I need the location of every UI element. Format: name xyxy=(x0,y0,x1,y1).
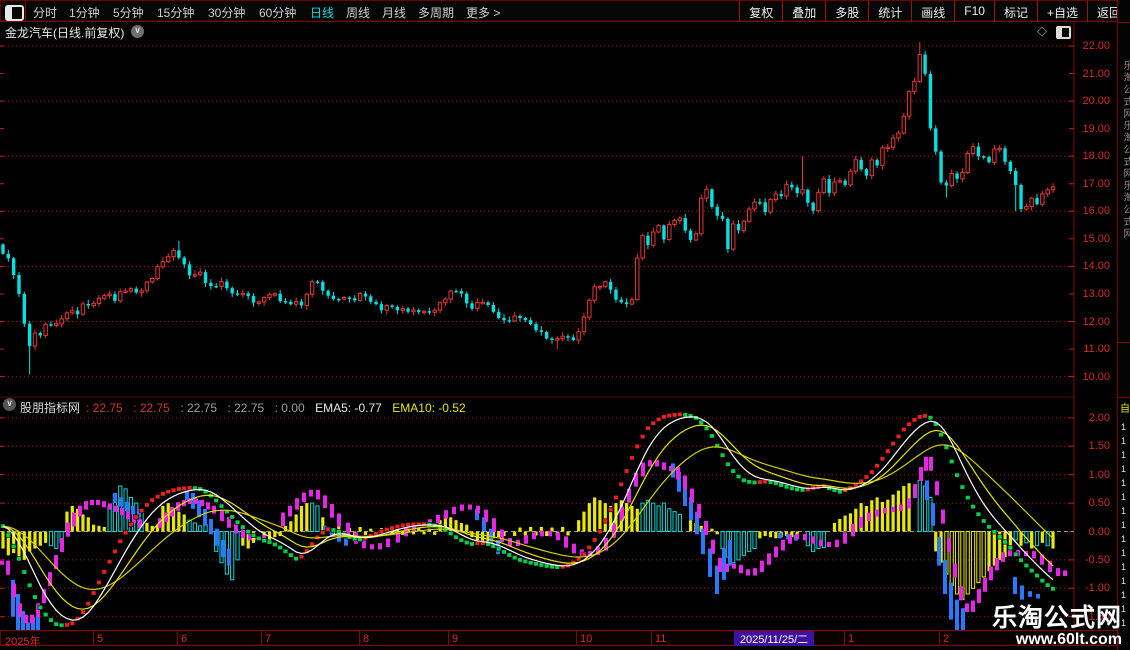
indicator-name[interactable]: 股朋指标网 xyxy=(20,399,80,416)
date-label: 2 xyxy=(943,633,950,645)
date-divider xyxy=(448,631,449,646)
date-divider xyxy=(93,631,94,646)
indicator-value: : 22.75 xyxy=(133,401,170,415)
chart-canvas[interactable] xyxy=(0,0,1130,650)
indicator-header: ∨ 股朋指标网 : 22.75 : 22.75 : 22.75 : 22.75 … xyxy=(0,398,1074,416)
date-divider xyxy=(844,631,845,646)
watchlist-item[interactable]: 1 xyxy=(1121,448,1126,462)
price-axis-label: 14.00 xyxy=(1082,260,1110,273)
watchlist-item[interactable]: 1 xyxy=(1121,462,1126,476)
indicator-axis-label: -0.50 xyxy=(1084,553,1110,566)
candlestick-series xyxy=(1,41,1056,375)
date-divider xyxy=(651,631,652,646)
watchlist-item[interactable]: 1 xyxy=(1121,560,1126,574)
date-axis[interactable]: 2025/11/25/二 2025年 5 6 7 8 9 10 11 1 2 xyxy=(0,630,1130,648)
chevron-down-icon[interactable]: ∨ xyxy=(3,398,16,411)
watchlist-item[interactable]: 1 xyxy=(1121,504,1126,518)
date-label: 1 xyxy=(848,633,855,645)
date-divider xyxy=(359,631,360,646)
price-axis-label: 10.00 xyxy=(1082,370,1110,383)
date-label: 5 xyxy=(97,633,104,645)
indicator-axis-label: 2.00 xyxy=(1088,411,1110,424)
indicator-value: : 22.75 xyxy=(227,401,265,415)
watchlist-item[interactable]: 1 xyxy=(1121,574,1126,588)
price-axis-label: 11.00 xyxy=(1083,343,1110,356)
date-divider xyxy=(261,631,262,646)
price-axis-label: 15.00 xyxy=(1082,232,1110,245)
price-axis-label: 22.00 xyxy=(1082,40,1110,52)
date-label: 7 xyxy=(265,633,272,645)
main-grid xyxy=(0,22,1075,646)
price-axis-label: 13.00 xyxy=(1082,287,1110,300)
price-axis-label: 12.00 xyxy=(1082,315,1110,328)
watchlist-item[interactable]: 1 xyxy=(1121,532,1126,546)
indicator-value: : 22.75 xyxy=(86,401,123,415)
date-divider xyxy=(177,631,178,646)
watermark-site-name: 乐淘公式网 xyxy=(991,604,1122,632)
indicator-axis-label: 0.00 xyxy=(1088,525,1110,538)
watchlist-item[interactable]: 1 xyxy=(1121,420,1126,434)
ema10-value: EMA10: -0.52 xyxy=(392,401,466,415)
date-label: 9 xyxy=(452,633,459,645)
selected-date-badge: 2025/11/25/二 xyxy=(734,631,814,646)
price-axis-label: 19.00 xyxy=(1082,122,1110,135)
indicator-panel xyxy=(0,411,1074,630)
trading-app-window: 分时 1分钟 5分钟 15分钟 30分钟 60分钟 日线 周线 月线 多周期 更… xyxy=(0,0,1130,650)
date-label: 11 xyxy=(655,633,667,645)
price-axis-label: 18.00 xyxy=(1082,150,1110,163)
watchlist-items: 111111111111111 xyxy=(1121,420,1126,630)
price-axis-label: 16.00 xyxy=(1082,205,1110,218)
watchlist-item[interactable]: 1 xyxy=(1121,490,1126,504)
price-axis-label: 21.00 xyxy=(1082,67,1110,80)
watchlist-item[interactable]: 1 xyxy=(1121,476,1126,490)
indicator-value: : 0.00 xyxy=(274,401,305,415)
price-axis-label: 17.00 xyxy=(1082,177,1110,190)
indicator-value: : 22.75 xyxy=(180,401,218,415)
price-axis-label: 20.00 xyxy=(1082,95,1110,108)
indicator-values: : 22.75 : 22.75 : 22.75 : 22.75 : 0.00 E… xyxy=(86,399,472,417)
watchlist-item[interactable]: 1 xyxy=(1121,546,1126,560)
watermark: 乐淘公式网 www.60lt.com xyxy=(992,605,1122,648)
date-label: 6 xyxy=(181,633,188,645)
date-divider xyxy=(576,631,577,646)
watchlist-tab[interactable]: 自 xyxy=(1120,400,1130,415)
watchlist-item[interactable]: 1 xyxy=(1121,588,1126,602)
indicator-axis-label: 0.50 xyxy=(1088,497,1110,510)
date-label: 10 xyxy=(580,633,593,645)
watchlist-item[interactable]: 1 xyxy=(1121,518,1126,532)
indicator-axis-label: -1.00 xyxy=(1084,582,1110,595)
ema5-value: EMA5: -0.77 xyxy=(315,401,382,415)
watchlist-item[interactable]: 1 xyxy=(1121,434,1126,448)
bottom-partial-row xyxy=(0,646,1130,650)
date-label: 8 xyxy=(363,633,370,645)
watermark-url: www.60lt.com xyxy=(1015,631,1122,648)
indicator-axis-label: 1.50 xyxy=(1088,440,1110,453)
right-sidebar-strip[interactable]: 乐淘公式网乐淘公式网乐淘公式网 自 111111111111111 xyxy=(1117,0,1130,650)
sidebar-vertical-text: 乐淘公式网乐淘公式网乐淘公式网 xyxy=(1121,60,1130,240)
date-divider xyxy=(939,631,940,646)
indicator-axis-label: 1.00 xyxy=(1088,468,1110,481)
